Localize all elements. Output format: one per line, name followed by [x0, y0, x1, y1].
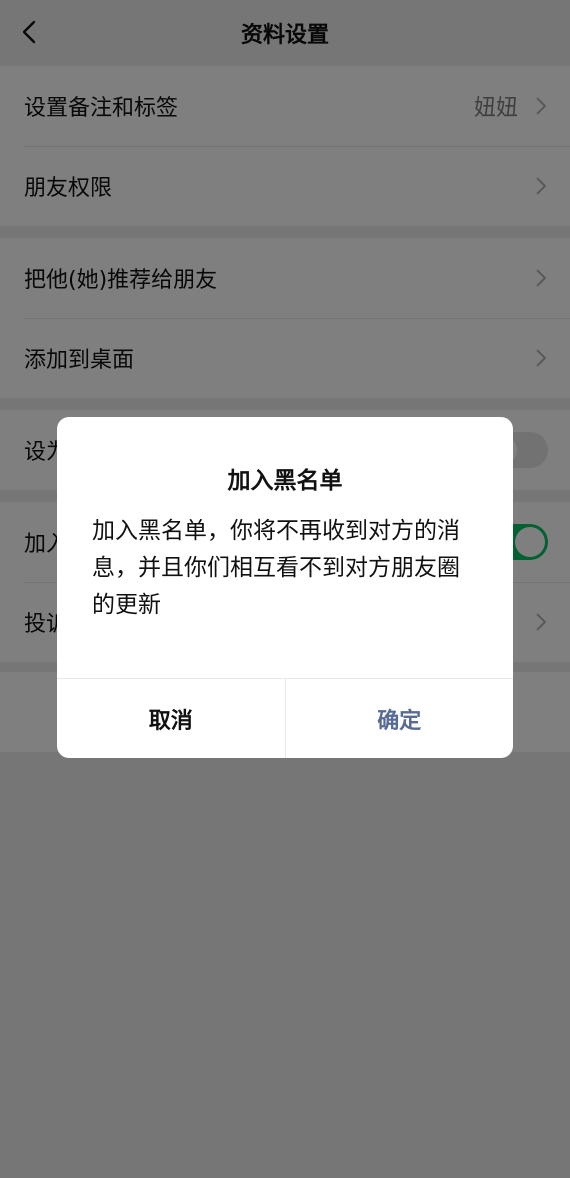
dialog-title: 加入黑名单 — [227, 468, 343, 494]
dialog-actions: 取消 确定 — [57, 678, 513, 758]
blacklist-confirm-dialog: 加入黑名单 加入黑名单，你将不再收到对方的消息，并且你们相互看不到对方朋友圈的更… — [57, 417, 513, 758]
dialog-message: 加入黑名单，你将不再收到对方的消息，并且你们相互看不到对方朋友圈的更新 — [92, 518, 460, 618]
confirm-button[interactable]: 确定 — [286, 679, 514, 758]
cancel-button[interactable]: 取消 — [57, 679, 286, 758]
